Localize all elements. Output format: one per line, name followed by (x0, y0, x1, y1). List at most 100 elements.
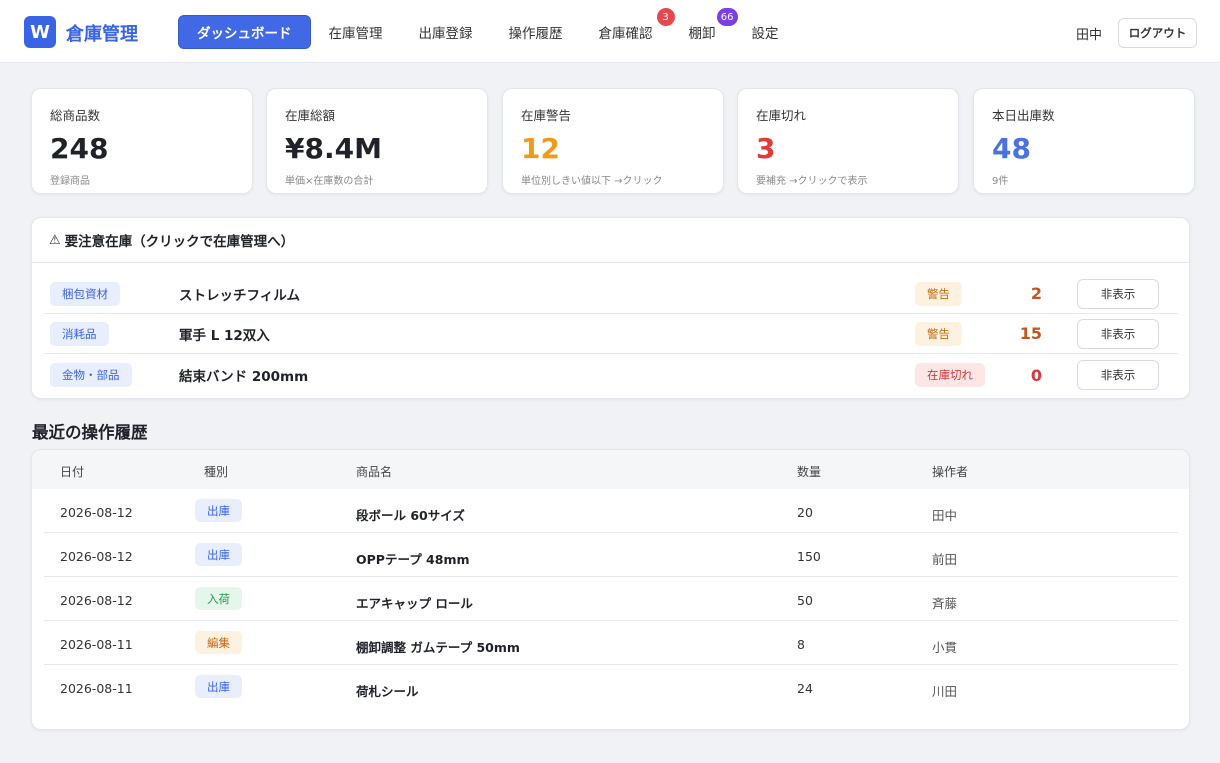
stat-label: 総商品数 (50, 108, 101, 123)
cell-product: 棚卸調整 ガムテープ 50mm (356, 640, 520, 655)
nav-shipment-entry-label: 出庫登録 (418, 26, 473, 42)
cell-product: 段ボール 60サイズ (356, 508, 465, 523)
stat-card-stock-warning[interactable]: 在庫警告 12 単位別しきい値以下 →クリック (502, 88, 724, 194)
stat-subtext: 登録商品 (50, 176, 90, 187)
nav-inventory[interactable]: 在庫管理 (311, 15, 401, 49)
stat-card-out-of-stock[interactable]: 在庫切れ 3 要補充 →クリックで表示 (737, 88, 959, 194)
cell-quantity: 24 (797, 681, 813, 696)
stat-value: 248 (50, 132, 109, 165)
attention-stock-row[interactable]: 梱包資材 ストレッチフィルム 警告 2 非表示 (44, 274, 1178, 314)
type-badge: 出庫 (195, 543, 242, 566)
cell-product: 荷札シール (356, 684, 419, 699)
item-name: ストレッチフィルム (179, 287, 300, 304)
table-row: 2026-08-12 出庫 OPPテープ 48mm 150 前田 (44, 533, 1178, 577)
cell-date: 2026-08-11 (60, 681, 133, 696)
status-badge: 在庫切れ (915, 363, 985, 387)
stat-label: 在庫総額 (285, 108, 336, 123)
type-badge: 編集 (195, 631, 242, 654)
stat-label: 在庫警告 (521, 108, 572, 123)
cell-operator: 斉藤 (932, 596, 958, 611)
stock-quantity: 2 (1030, 284, 1042, 303)
table-row: 2026-08-11 出庫 荷札シール 24 川田 (44, 665, 1178, 709)
recent-history-title: 最近の操作履歴 (32, 423, 148, 442)
category-tag: 梱包資材 (50, 281, 120, 306)
cell-quantity: 8 (797, 637, 805, 652)
table-header-row: 日付 種別 商品名 数量 操作者 (32, 450, 1189, 489)
nav-inventory-label: 在庫管理 (328, 26, 383, 42)
cell-date: 2026-08-12 (60, 549, 133, 564)
stat-value: 12 (521, 132, 560, 165)
status-badge: 警告 (915, 281, 962, 306)
category-tag: 消耗品 (50, 321, 109, 346)
stat-value: 48 (992, 132, 1031, 165)
cell-operator: 小貫 (932, 640, 958, 655)
attention-stock-title: 要注意在庫（クリックで在庫管理へ） (64, 234, 295, 250)
logout-button[interactable]: ログアウト (1118, 18, 1197, 48)
nav-stocktake-label: 棚卸 (688, 26, 716, 42)
nav-settings[interactable]: 設定 (734, 15, 797, 49)
main-nav: ダッシュボード 在庫管理 出庫登録 操作履歴 倉庫確認 3 棚卸 66 設定 (178, 8, 797, 49)
category-tag: 金物・部品 (50, 363, 132, 387)
stock-quantity: 0 (1030, 365, 1042, 385)
column-header-product: 商品名 (356, 465, 393, 479)
column-header-operator: 操作者 (932, 465, 969, 479)
nav-history[interactable]: 操作履歴 (491, 15, 581, 49)
stat-label: 本日出庫数 (992, 108, 1055, 123)
warning-icon: ⚠ (49, 232, 61, 248)
column-header-date: 日付 (60, 465, 85, 479)
type-badge: 出庫 (195, 675, 242, 698)
nav-dashboard[interactable]: ダッシュボード (178, 15, 311, 49)
item-name: 軍手 L 12双入 (179, 327, 270, 344)
nav-warehouse-check[interactable]: 倉庫確認 3 (581, 8, 675, 49)
table-row: 2026-08-11 編集 棚卸調整 ガムテープ 50mm 8 小貫 (44, 621, 1178, 665)
cell-quantity: 20 (797, 505, 813, 520)
table-row: 2026-08-12 出庫 段ボール 60サイズ 20 田中 (44, 489, 1178, 533)
cell-date: 2026-08-11 (60, 637, 133, 652)
attention-stock-row[interactable]: 消耗品 軍手 L 12双入 警告 15 非表示 (44, 314, 1178, 354)
column-header-type: 種別 (204, 465, 229, 479)
cell-operator: 田中 (932, 508, 958, 523)
stat-subtext: 9件 (992, 176, 1009, 187)
nav-stocktake[interactable]: 棚卸 66 (671, 8, 738, 49)
cell-quantity: 50 (797, 593, 813, 608)
nav-dashboard-label: ダッシュボード (197, 26, 292, 42)
attention-stock-row[interactable]: 金物・部品 結束バンド 200mm 在庫切れ 0 非表示 (44, 355, 1178, 395)
stat-value: 3 (756, 132, 776, 165)
stat-label: 在庫切れ (756, 108, 807, 123)
item-name: 結束バンド 200mm (179, 369, 309, 385)
nav-history-label: 操作履歴 (508, 26, 563, 42)
nav-warehouse-check-label: 倉庫確認 (598, 26, 653, 42)
cell-operator: 川田 (932, 684, 958, 699)
stat-value: ¥8.4M (285, 132, 382, 165)
stat-subtext: 単位別しきい値以下 →クリック (521, 176, 663, 187)
stat-subtext: 要補充 →クリックで表示 (756, 176, 868, 187)
history-table: 日付 種別 商品名 数量 操作者 2026-08-12 出庫 段ボール 60サイ… (31, 449, 1190, 730)
current-user-name: 田中 (1076, 28, 1103, 43)
hide-button[interactable]: 非表示 (1077, 318, 1159, 349)
stat-card-total-items: 総商品数 248 登録商品 (31, 88, 253, 194)
stat-card-today-shipments: 本日出庫数 48 9件 (973, 88, 1195, 194)
status-badge: 警告 (915, 321, 962, 346)
type-badge: 入荷 (195, 587, 242, 610)
type-badge: 出庫 (195, 499, 242, 522)
hide-button[interactable]: 非表示 (1077, 360, 1159, 390)
hide-button[interactable]: 非表示 (1077, 278, 1159, 309)
nav-settings-label: 設定 (751, 26, 779, 42)
stat-card-stock-value: 在庫総額 ¥8.4M 単価×在庫数の合計 (266, 88, 488, 194)
top-header: W 倉庫管理 ダッシュボード 在庫管理 出庫登録 操作履歴 倉庫確認 3 棚卸 … (0, 0, 1220, 63)
cell-date: 2026-08-12 (60, 593, 133, 608)
cell-quantity: 150 (797, 549, 821, 564)
stock-quantity: 15 (1019, 324, 1042, 343)
cell-operator: 前田 (932, 552, 958, 567)
cell-product: エアキャップ ロール (356, 596, 473, 611)
cell-product: OPPテープ 48mm (356, 552, 470, 567)
column-header-quantity: 数量 (797, 465, 822, 479)
attention-stock-panel: ⚠ 要注意在庫（クリックで在庫管理へ） 梱包資材 ストレッチフィルム 警告 2 … (31, 217, 1190, 399)
table-row: 2026-08-12 入荷 エアキャップ ロール 50 斉藤 (44, 577, 1178, 621)
app-logo[interactable]: W (24, 16, 56, 48)
nav-shipment-entry[interactable]: 出庫登録 (401, 15, 491, 49)
cell-date: 2026-08-12 (60, 505, 133, 520)
stat-subtext: 単価×在庫数の合計 (285, 176, 374, 187)
attention-stock-header[interactable]: ⚠ 要注意在庫（クリックで在庫管理へ） (32, 218, 1189, 263)
app-title[interactable]: 倉庫管理 (66, 20, 138, 46)
